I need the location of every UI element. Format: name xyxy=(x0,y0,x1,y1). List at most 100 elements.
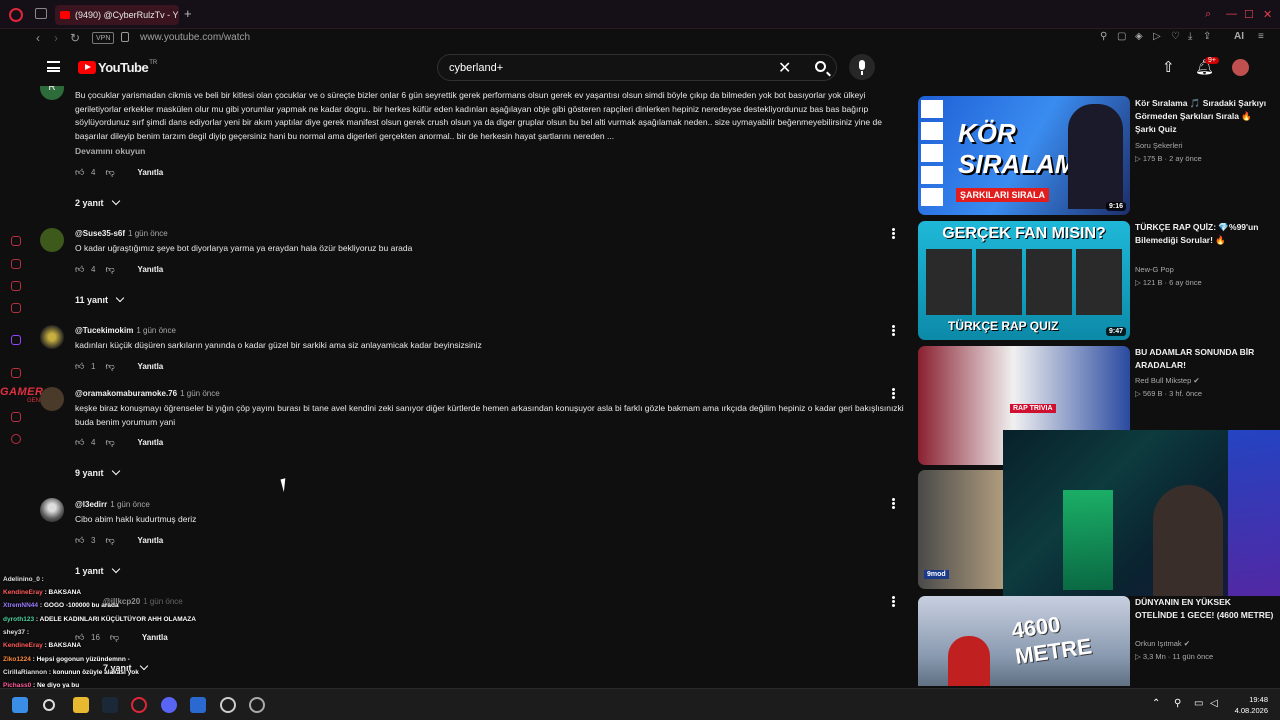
reload-icon[interactable]: ↻ xyxy=(70,31,80,45)
comment-menu-icon[interactable] xyxy=(892,388,895,399)
video-title[interactable]: BU ADAMLAR SONUNDA BİR ARADALAR! xyxy=(1135,346,1275,372)
like-icon[interactable]: 👍︎ xyxy=(75,437,85,447)
clock-date[interactable]: 4.08.2026 xyxy=(1222,706,1268,715)
channel-name[interactable]: New-G Pop xyxy=(1135,265,1174,274)
clock-time[interactable]: 19:48 xyxy=(1228,695,1268,704)
comment-time[interactable]: 1 gün önce xyxy=(180,389,220,398)
dislike-icon[interactable]: 👎︎ xyxy=(105,167,115,177)
sidebar-settings-icon[interactable] xyxy=(11,434,21,444)
browser-tab-active[interactable]: (9490) @CyberRulzTv - YO xyxy=(55,5,179,25)
obs-icon[interactable] xyxy=(249,697,265,713)
reply-button[interactable]: Yanıtla xyxy=(137,168,163,177)
comment-author[interactable]: @Tucekimokim 1 gün önce xyxy=(75,326,176,335)
comment-menu-icon[interactable] xyxy=(892,228,895,239)
forward-icon[interactable]: › xyxy=(54,31,58,45)
discord-icon[interactable] xyxy=(161,697,177,713)
play-icon[interactable]: ▷ xyxy=(1153,31,1161,42)
display-tray-icon[interactable]: ▭ xyxy=(1194,698,1203,709)
author-handle[interactable]: @Suse35-s6f xyxy=(75,229,125,238)
workspaces-icon[interactable] xyxy=(35,8,47,19)
replies-toggle[interactable]: 11 yanıt xyxy=(75,293,125,305)
reply-button[interactable]: Yanıtla xyxy=(137,536,163,545)
channel-name[interactable]: Orkun Işıtmak ✔ xyxy=(1135,639,1190,648)
maximize-icon[interactable]: ☐ xyxy=(1244,8,1254,21)
opera-taskbar-icon[interactable] xyxy=(131,697,147,713)
sidebar-player-icon[interactable] xyxy=(11,368,21,378)
sidebar-history-icon[interactable] xyxy=(11,236,21,246)
video-title[interactable]: TÜRKÇE RAP QUİZ: 💎%99'un Bilemediği Soru… xyxy=(1135,221,1275,247)
read-more-link[interactable]: Devamını okuyun xyxy=(75,146,145,156)
sidebar-m-icon[interactable] xyxy=(11,303,21,313)
comment-menu-icon[interactable] xyxy=(892,498,895,509)
search-button[interactable] xyxy=(807,55,837,80)
channel-name[interactable]: Red Bull Mikstep ✔ xyxy=(1135,376,1200,385)
dislike-icon[interactable]: 👎︎ xyxy=(105,437,115,447)
volume-icon[interactable]: ◁ xyxy=(1210,698,1218,709)
like-icon[interactable]: 👍︎ xyxy=(75,264,85,274)
replies-toggle[interactable]: 1 yanıt xyxy=(75,564,120,576)
video-thumbnail[interactable]: KÖR SIRALAMA ŞARKILARI SIRALA 9:16 xyxy=(918,96,1130,215)
author-handle[interactable]: @Tucekimokim xyxy=(75,326,133,335)
ai-button[interactable]: AI xyxy=(1234,31,1244,42)
new-tab-button[interactable]: + xyxy=(184,6,192,21)
lock-icon[interactable] xyxy=(121,32,129,42)
avatar[interactable]: R xyxy=(40,86,64,100)
steam-icon[interactable] xyxy=(102,697,118,713)
like-icon[interactable]: 👍︎ xyxy=(75,361,85,371)
replies-toggle[interactable]: 2 yanıt xyxy=(75,196,120,208)
comment-author[interactable]: @Suse35-s6f 1 gün önce xyxy=(75,229,168,238)
sidebar-bag-icon[interactable] xyxy=(11,259,21,269)
search-box[interactable]: cyberland+ ✕ xyxy=(437,54,837,81)
comment-time[interactable]: 1 gün önce xyxy=(128,229,168,238)
shield-icon[interactable]: ◈ xyxy=(1135,31,1143,42)
dislike-icon[interactable]: 👎︎ xyxy=(105,535,115,545)
comment-time[interactable]: 1 gün önce xyxy=(136,326,176,335)
avatar[interactable] xyxy=(40,387,64,411)
download-icon[interactable]: ⤓ xyxy=(1188,31,1192,42)
pin-icon[interactable]: ⚲ xyxy=(1100,31,1107,42)
file-explorer-icon[interactable] xyxy=(73,697,89,713)
sidebar-clock-icon[interactable] xyxy=(11,412,21,422)
upload-icon[interactable]: ⇧ xyxy=(1162,58,1175,76)
search-taskbar-icon[interactable] xyxy=(43,699,55,711)
channel-name[interactable]: Soru Şekerleri xyxy=(1135,141,1183,150)
search-input[interactable]: cyberland+ xyxy=(449,62,503,74)
url-field[interactable]: www.youtube.com/watch xyxy=(140,32,250,43)
snapshot-icon[interactable]: ▢ xyxy=(1117,31,1126,42)
search-tabs-icon[interactable]: ⌕ xyxy=(1205,8,1211,21)
comment-time[interactable]: 1 gün önce xyxy=(110,500,150,509)
comment-author[interactable]: @oramakomaburamoke.76 1 gün önce xyxy=(75,389,220,398)
comment-author[interactable]: @l3edirr 1 gün önce xyxy=(75,500,150,509)
dislike-icon[interactable]: 👎︎ xyxy=(105,264,115,274)
sidebar-messenger-icon[interactable] xyxy=(11,281,21,291)
comment-menu-icon[interactable] xyxy=(892,325,895,336)
settings-taskbar-icon[interactable] xyxy=(220,697,236,713)
mic-tray-icon[interactable]: ⚲ xyxy=(1174,698,1181,709)
close-window-icon[interactable]: ✕ xyxy=(1263,8,1272,21)
account-avatar[interactable] xyxy=(1232,59,1249,76)
author-handle[interactable]: @l3edirr xyxy=(75,500,107,509)
reply-button[interactable]: Yanıtla xyxy=(137,362,163,371)
youtube-logo[interactable]: YouTube TR xyxy=(78,60,157,75)
avatar[interactable] xyxy=(40,498,64,522)
share-icon[interactable]: ⇪ xyxy=(1203,31,1211,42)
opera-logo-icon[interactable] xyxy=(9,8,23,22)
avatar[interactable] xyxy=(40,325,64,349)
avatar[interactable] xyxy=(40,228,64,252)
comment-menu-icon[interactable] xyxy=(892,596,895,607)
reply-button[interactable]: Yanıtla xyxy=(137,438,163,447)
hamburger-menu-icon[interactable] xyxy=(47,61,60,72)
like-icon[interactable]: 👍︎ xyxy=(75,535,85,545)
video-title[interactable]: DÜNYANIN EN YÜKSEK OTELİNDE 1 GECE! (460… xyxy=(1135,596,1275,622)
video-thumbnail[interactable]: GERÇEK FAN MISIN? TÜRKÇE RAP QUIZ 9:47 xyxy=(918,221,1130,340)
vpn-badge[interactable]: VPN xyxy=(92,32,115,44)
start-icon[interactable] xyxy=(12,697,28,713)
author-handle[interactable]: @oramakomaburamoke.76 xyxy=(75,389,177,398)
back-icon[interactable]: ‹ xyxy=(36,31,40,45)
tray-chevron-icon[interactable]: ⌃ xyxy=(1152,698,1160,709)
video-thumbnail[interactable]: 4600 METRE xyxy=(918,596,1130,686)
dislike-icon[interactable]: 👎︎ xyxy=(105,361,115,371)
voice-search-icon[interactable] xyxy=(849,54,875,80)
menu-icon[interactable]: ≡ xyxy=(1258,31,1264,42)
sidebar-twitch-icon[interactable] xyxy=(11,335,21,345)
